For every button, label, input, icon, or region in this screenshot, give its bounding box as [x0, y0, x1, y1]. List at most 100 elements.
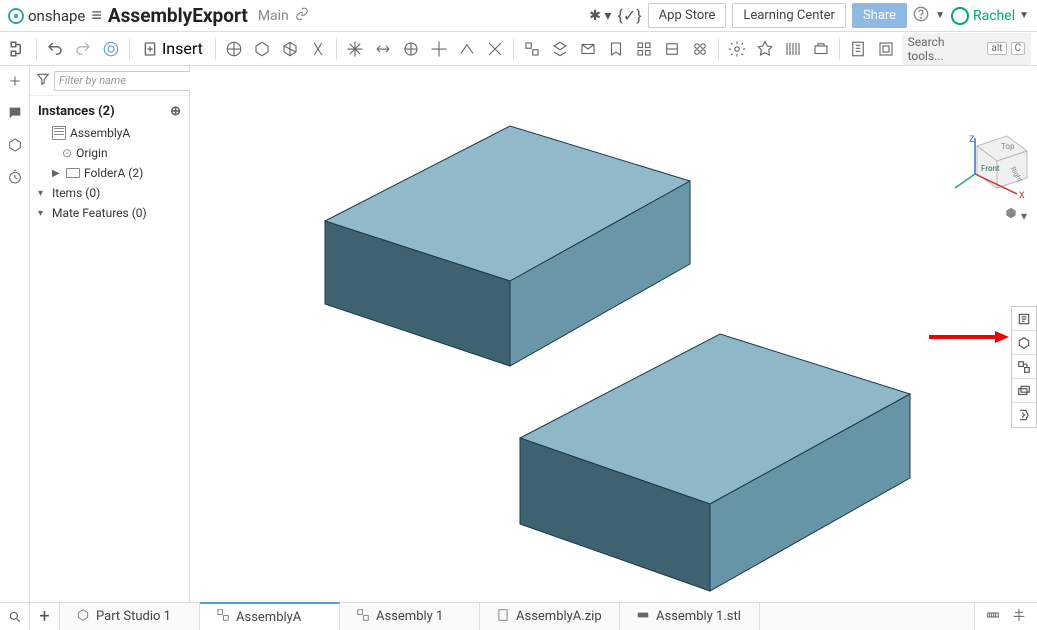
- tool-icon[interactable]: [604, 37, 628, 61]
- panel-button[interactable]: [1012, 331, 1036, 355]
- app-store-button[interactable]: App Store: [648, 3, 727, 28]
- svg-text:X: X: [1019, 191, 1025, 201]
- brand-logo[interactable]: onshape: [8, 7, 85, 25]
- tool-icon[interactable]: [874, 37, 898, 61]
- tool-icon[interactable]: [306, 37, 330, 61]
- undo-icon[interactable]: [43, 37, 67, 61]
- tab-zip[interactable]: AssemblyA.zip: [480, 603, 620, 630]
- tool-icon[interactable]: [250, 37, 274, 61]
- mate-icon[interactable]: [427, 37, 451, 61]
- tab-stl[interactable]: Assembly 1.stl: [620, 603, 760, 630]
- footer-search-icon[interactable]: [0, 603, 30, 630]
- learning-center-button[interactable]: Learning Center: [732, 3, 846, 28]
- tool-icon[interactable]: [846, 37, 870, 61]
- footer-tabs: + Part Studio 1 AssemblyA Assembly 1 Ass…: [0, 602, 1037, 630]
- share-button[interactable]: Share: [852, 3, 907, 28]
- right-panel-toggles: [1011, 306, 1037, 428]
- header-right: ✱ ▾ {✓} App Store Learning Center Share …: [589, 3, 1029, 28]
- avatar-icon: [951, 7, 969, 25]
- chevron-down-icon: ▾: [38, 188, 48, 199]
- mate-icon[interactable]: [343, 37, 367, 61]
- tool-icon[interactable]: [781, 37, 805, 61]
- main-toolbar: Insert Search tools... alt C: [0, 32, 1037, 66]
- filter-input[interactable]: [54, 71, 204, 91]
- user-menu[interactable]: Rachel ▼: [951, 7, 1029, 25]
- feature-tree-icon[interactable]: [6, 37, 30, 61]
- bug-icon[interactable]: ✱ ▾: [589, 8, 611, 24]
- main-area: ≡ Instances (2) ⊕ AssemblyA ⊙ Origin ▶ F…: [0, 66, 1037, 602]
- user-name: Rachel: [973, 8, 1015, 24]
- part-icon: [76, 608, 90, 626]
- tool-icon[interactable]: [576, 37, 600, 61]
- insert-button[interactable]: Insert: [136, 37, 209, 61]
- mate-icon[interactable]: [455, 37, 479, 61]
- mate-icon[interactable]: [399, 37, 423, 61]
- tool-icon[interactable]: [520, 37, 544, 61]
- view-cube[interactable]: Top Front Right Z X: [947, 116, 1017, 186]
- link-icon[interactable]: [295, 6, 309, 25]
- footer-right: [974, 603, 1037, 630]
- instances-header[interactable]: Instances (2) ⊕: [30, 100, 189, 123]
- gear-icon[interactable]: [725, 37, 749, 61]
- tab-assembly1[interactable]: Assembly 1: [340, 603, 480, 630]
- tool-icon[interactable]: [753, 37, 777, 61]
- search-tools[interactable]: Search tools... alt C: [902, 33, 1032, 65]
- panel-button[interactable]: [1012, 355, 1036, 379]
- stl-icon: [636, 608, 650, 626]
- origin-icon: ⊙: [62, 146, 72, 160]
- tool-icon[interactable]: [688, 37, 712, 61]
- filter-icon[interactable]: [36, 72, 50, 89]
- tool-icon[interactable]: [632, 37, 656, 61]
- add-instance-icon[interactable]: ⊕: [170, 104, 181, 119]
- tool-icon[interactable]: [548, 37, 572, 61]
- panel-button[interactable]: [1012, 379, 1036, 403]
- chevron-right-icon: ▶: [52, 168, 62, 179]
- tree-item-assembly[interactable]: AssemblyA: [30, 123, 189, 143]
- folder-icon: [66, 168, 80, 178]
- scale-icon[interactable]: [1011, 607, 1027, 627]
- branch-label[interactable]: Main: [258, 8, 289, 24]
- tool-icon[interactable]: [660, 37, 684, 61]
- chevron-down-icon: ▾: [38, 208, 48, 219]
- view-icon[interactable]: [99, 37, 123, 61]
- left-rail: [0, 66, 30, 602]
- sidebar-header: ≡: [30, 66, 189, 96]
- tree-item-folder[interactable]: ▶ FolderA (2): [30, 163, 189, 183]
- caret-down-icon[interactable]: ▼: [935, 10, 945, 21]
- menu-icon[interactable]: ≡: [91, 5, 102, 26]
- tab-partstudio[interactable]: Part Studio 1: [60, 603, 200, 630]
- tool-icon[interactable]: [278, 37, 302, 61]
- svg-text:Z: Z: [969, 135, 975, 145]
- tool-icon[interactable]: [809, 37, 833, 61]
- timer-icon[interactable]: [6, 168, 24, 186]
- feature-tree: ≡ Instances (2) ⊕ AssemblyA ⊙ Origin ▶ F…: [30, 66, 190, 602]
- tool-icon[interactable]: [222, 37, 246, 61]
- 3d-viewport[interactable]: Top Front Right Z X ▾: [190, 66, 1037, 602]
- document-title[interactable]: AssemblyExport: [108, 4, 248, 27]
- assembly-icon: [356, 608, 370, 626]
- add-tab-button[interactable]: +: [30, 603, 60, 630]
- tab-assemblya[interactable]: AssemblyA: [200, 602, 340, 630]
- tree-item-origin[interactable]: ⊙ Origin: [30, 143, 189, 163]
- assembly-icon: [52, 126, 66, 140]
- tools-icon[interactable]: {✓}: [617, 6, 641, 25]
- svg-text:Front: Front: [981, 164, 1000, 173]
- header-bar: onshape ≡ AssemblyExport Main ✱ ▾ {✓} Ap…: [0, 0, 1037, 32]
- redo-icon[interactable]: [71, 37, 95, 61]
- help-icon[interactable]: [913, 6, 929, 26]
- tree-item-mates[interactable]: ▾ Mate Features (0): [30, 203, 189, 223]
- rail-icon[interactable]: [6, 72, 24, 90]
- panel-button[interactable]: [1012, 307, 1036, 331]
- tree-item-items[interactable]: ▾ Items (0): [30, 183, 189, 203]
- onshape-logo-icon: [8, 8, 24, 24]
- units-icon[interactable]: [985, 607, 1001, 627]
- brand-text: onshape: [28, 7, 85, 25]
- panel-button[interactable]: [1012, 403, 1036, 427]
- comment-icon[interactable]: [6, 104, 24, 122]
- file-icon: [496, 608, 510, 626]
- assembly-icon: [216, 608, 230, 626]
- mate-icon[interactable]: [483, 37, 507, 61]
- mate-icon[interactable]: [371, 37, 395, 61]
- view-menu-icon[interactable]: ▾: [1004, 206, 1027, 223]
- rail-icon[interactable]: [6, 136, 24, 154]
